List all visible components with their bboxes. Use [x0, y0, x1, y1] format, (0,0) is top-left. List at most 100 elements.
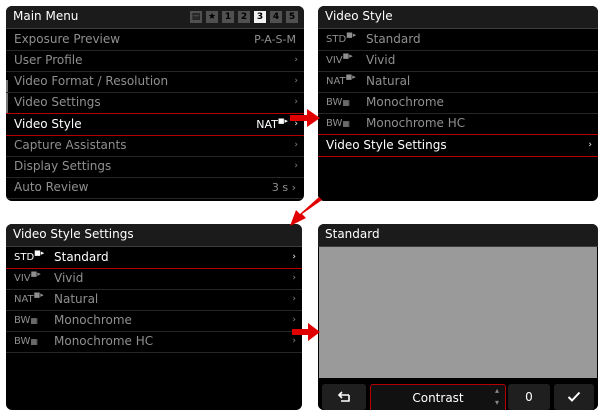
monochrome-video-icon: ▦: [342, 98, 350, 107]
video-icon: ■▸: [342, 52, 353, 60]
style-option-vivid[interactable]: VIV ■▸ Vivid: [318, 50, 598, 72]
chevron-right-icon: ›: [588, 140, 592, 150]
style-option-standard[interactable]: STD ■▸ Standard: [318, 29, 598, 51]
style-name: Monochrome: [54, 313, 132, 327]
style-name: Natural: [366, 74, 411, 88]
style-name: Vivid: [54, 271, 84, 285]
video-icon: ■▸: [33, 291, 44, 299]
settings-option-standard[interactable]: STD ■▸ Standard ›: [6, 247, 302, 269]
main-menu-titlebar: Main Menu ▤ ★ 1 2 3 4 5: [6, 6, 304, 29]
menu-item-auto-review[interactable]: Auto Review 3 s ›: [6, 177, 304, 199]
up-down-icon: ▴ ▾: [494, 386, 499, 407]
chevron-right-icon: ›: [294, 161, 298, 171]
settings-option-monochrome-hc[interactable]: BW▦ Monochrome HC ›: [6, 331, 302, 353]
style-option-natural[interactable]: NAT ■▸ Natural: [318, 71, 598, 93]
menu-item-label: Display Settings: [14, 159, 112, 173]
main-menu-panel: Main Menu ▤ ★ 1 2 3 4 5 Exposure Preview…: [6, 6, 304, 201]
video-style-titlebar: Video Style: [318, 6, 598, 29]
settings-option-vivid[interactable]: VIV ■▸ Vivid ›: [6, 268, 302, 290]
menu-item-label: Exposure Preview: [14, 32, 121, 46]
standard-title: Standard: [325, 227, 380, 241]
video-icon: ■▸: [346, 31, 357, 39]
main-menu-title: Main Menu: [13, 9, 79, 23]
menu-item-user-profile[interactable]: User Profile ›: [6, 50, 304, 72]
chevron-right-icon: ›: [292, 294, 296, 304]
chevron-right-icon: ›: [292, 252, 296, 262]
menu-item-capture-assistants[interactable]: Capture Assistants ›: [6, 135, 304, 157]
parameter-value[interactable]: 0: [508, 384, 550, 410]
menu-page-tabs: ▤ ★ 1 2 3 4 5: [190, 11, 298, 23]
tab-page-2[interactable]: 2: [238, 11, 250, 23]
parameter-bar: Contrast ▴ ▾ 0: [318, 378, 598, 410]
style-code: BW▦: [14, 336, 38, 347]
style-name: Monochrome: [366, 95, 444, 109]
menu-item-value: P-A-S-M: [254, 33, 296, 46]
tab-page-1[interactable]: 1: [222, 11, 234, 23]
value-label: 0: [525, 390, 533, 404]
menu-item-video-style[interactable]: Video Style NAT■▸ ›: [6, 113, 304, 136]
checkmark-icon: [567, 391, 581, 402]
menu-item-value: 3 s ›: [271, 181, 296, 194]
arrow-down-left-icon: [290, 197, 322, 226]
style-name: Monochrome HC: [54, 334, 154, 348]
parameter-label: Contrast: [412, 391, 464, 405]
back-arrow-icon: [337, 391, 350, 402]
confirm-button[interactable]: [554, 384, 594, 410]
standard-panel: Standard Contrast ▴ ▾ 0: [318, 224, 598, 410]
menu-item-exposure-preview[interactable]: Exposure Preview P-A-S-M: [6, 29, 304, 51]
menu-item-label: Capture Assistants: [14, 138, 127, 152]
menu-item-label: User Profile: [14, 53, 83, 67]
chevron-right-icon: ›: [294, 55, 298, 65]
video-icon: ■▸: [30, 270, 41, 278]
video-style-panel: Video Style STD ■▸ Standard VIV ■▸ Vivid N…: [318, 6, 598, 201]
tab-page-4[interactable]: 4: [270, 11, 282, 23]
menu-item-label: Video Style Settings: [326, 138, 447, 152]
menu-item-video-format[interactable]: Video Format / Resolution ›: [6, 71, 304, 93]
image-preview: [319, 247, 597, 378]
chevron-right-icon: ›: [294, 140, 298, 150]
style-settings-titlebar: Video Style Settings: [6, 224, 302, 247]
menu-item-label: Video Style: [14, 117, 82, 131]
style-option-monochrome-hc[interactable]: BW▦ Monochrome HC: [318, 113, 598, 135]
video-icon: ■▸: [277, 117, 288, 125]
arrow-right-icon: [290, 109, 320, 127]
style-name: Natural: [54, 292, 99, 306]
menu-item-label: Auto Review: [14, 180, 89, 194]
style-option-monochrome[interactable]: BW▦ Monochrome: [318, 92, 598, 114]
style-name: Vivid: [366, 53, 396, 67]
tab-favorites-icon[interactable]: ★: [206, 11, 218, 23]
style-code: BW▦: [14, 315, 38, 326]
chevron-right-icon: ›: [292, 273, 296, 283]
settings-option-natural[interactable]: NAT ■▸ Natural ›: [6, 289, 302, 311]
style-code: BW▦: [326, 97, 350, 108]
video-icon: ■▸: [34, 249, 45, 257]
video-style-title: Video Style: [325, 9, 393, 23]
arrow-right-icon: [292, 323, 320, 341]
menu-item-label: Video Format / Resolution: [14, 74, 169, 88]
standard-titlebar: Standard: [318, 224, 598, 247]
style-name: Standard: [366, 32, 421, 46]
style-code: VIV ■▸: [14, 268, 41, 289]
settings-option-monochrome[interactable]: BW▦ Monochrome ›: [6, 310, 302, 332]
style-code: VIV ■▸: [326, 50, 353, 71]
menu-item-label: Video Settings: [14, 95, 101, 109]
chevron-right-icon: ›: [294, 76, 298, 86]
style-code: NAT ■▸: [14, 289, 44, 310]
tab-page-5[interactable]: 5: [286, 11, 298, 23]
style-settings-title: Video Style Settings: [13, 227, 134, 241]
menu-item-display-settings[interactable]: Display Settings ›: [6, 156, 304, 178]
monochrome-hc-video-icon: ▦: [342, 119, 350, 128]
monochrome-hc-video-icon: ▦: [30, 337, 38, 346]
menu-item-value: NAT■▸: [256, 117, 288, 131]
back-button[interactable]: [322, 384, 366, 410]
style-name: Standard: [54, 250, 109, 264]
video-style-settings-item[interactable]: Video Style Settings ›: [318, 134, 598, 157]
style-code: BW▦: [326, 118, 350, 129]
menu-item-video-settings[interactable]: Video Settings ›: [6, 92, 304, 114]
tab-page-3[interactable]: 3: [254, 11, 266, 23]
tab-list-icon[interactable]: ▤: [190, 11, 202, 23]
video-icon: ■▸: [345, 73, 356, 81]
style-code: NAT ■▸: [326, 71, 356, 92]
parameter-selector[interactable]: Contrast ▴ ▾: [370, 384, 506, 410]
style-name: Monochrome HC: [366, 116, 466, 130]
